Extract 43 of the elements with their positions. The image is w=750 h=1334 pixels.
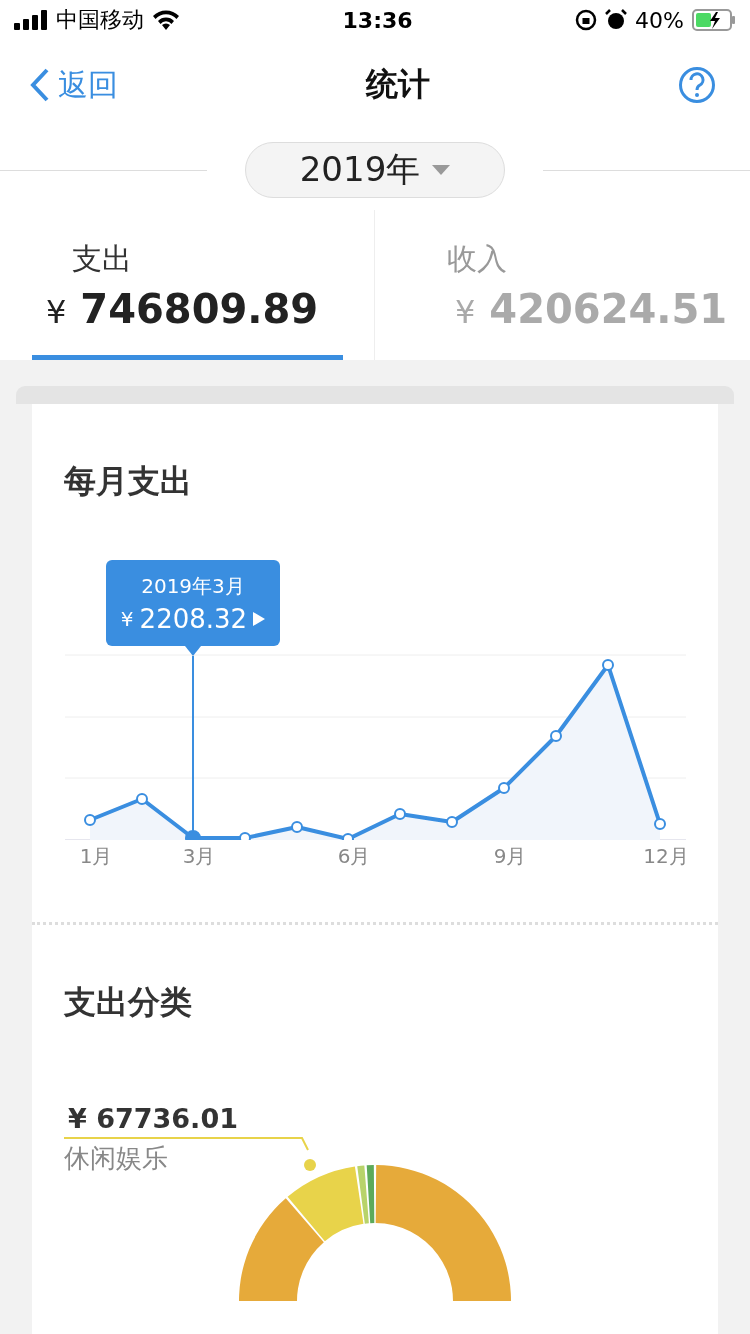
chart-tooltip[interactable]: 2019年3月 ¥ 2208.32 <box>106 560 280 646</box>
play-arrow-icon <box>253 611 266 626</box>
data-point[interactable] <box>446 816 458 828</box>
donut-slice[interactable] <box>287 1166 364 1242</box>
axis-label: 12月 <box>643 846 689 866</box>
summary-tab[interactable]: 收入 ¥ 420624.51 <box>375 210 750 360</box>
section-title: 每月支出 <box>64 461 193 502</box>
carrier-name: 中国移动 <box>56 6 144 34</box>
battery-icon <box>692 9 736 31</box>
data-point[interactable] <box>602 659 614 671</box>
battery-percent: 40% <box>635 7 684 33</box>
data-point[interactable] <box>654 818 666 830</box>
signal-icon <box>14 10 48 30</box>
orientation-lock-icon <box>575 9 598 31</box>
axis-label: 9月 <box>493 846 527 866</box>
page-title: 统计 <box>366 64 430 105</box>
alarm-clock-icon <box>605 9 628 31</box>
help-icon[interactable] <box>678 66 716 104</box>
donut-slice[interactable] <box>366 1165 375 1224</box>
data-point[interactable] <box>136 793 148 805</box>
status-time: 13:36 <box>342 7 413 33</box>
data-point[interactable] <box>550 730 562 742</box>
data-point[interactable] <box>342 833 354 840</box>
wifi-icon <box>152 10 180 30</box>
chevron-left-icon <box>30 68 50 102</box>
data-point[interactable] <box>498 782 510 794</box>
data-point[interactable] <box>394 808 406 820</box>
axis-label: 3月 <box>182 846 216 866</box>
data-point[interactable] <box>84 814 96 826</box>
data-point[interactable] <box>185 830 201 840</box>
data-point[interactable] <box>291 821 303 833</box>
data-point[interactable] <box>239 832 251 840</box>
back-button[interactable]: 返回 <box>30 64 118 106</box>
donut-slice[interactable] <box>357 1165 369 1224</box>
axis-label: 6月 <box>337 846 371 866</box>
tooltip-pointer <box>185 646 201 656</box>
category-amount: ¥ 67736.01 <box>68 1103 238 1134</box>
category-name: 休闲娱乐 <box>64 1142 168 1175</box>
summary-tab[interactable]: 支出 ¥ 746809.89 <box>0 210 375 360</box>
axis-label: 1月 <box>79 846 113 866</box>
caret-down-icon <box>432 165 451 175</box>
section-title: 支出分类 <box>64 982 193 1023</box>
year-dropdown[interactable]: 2019年 <box>245 142 505 198</box>
